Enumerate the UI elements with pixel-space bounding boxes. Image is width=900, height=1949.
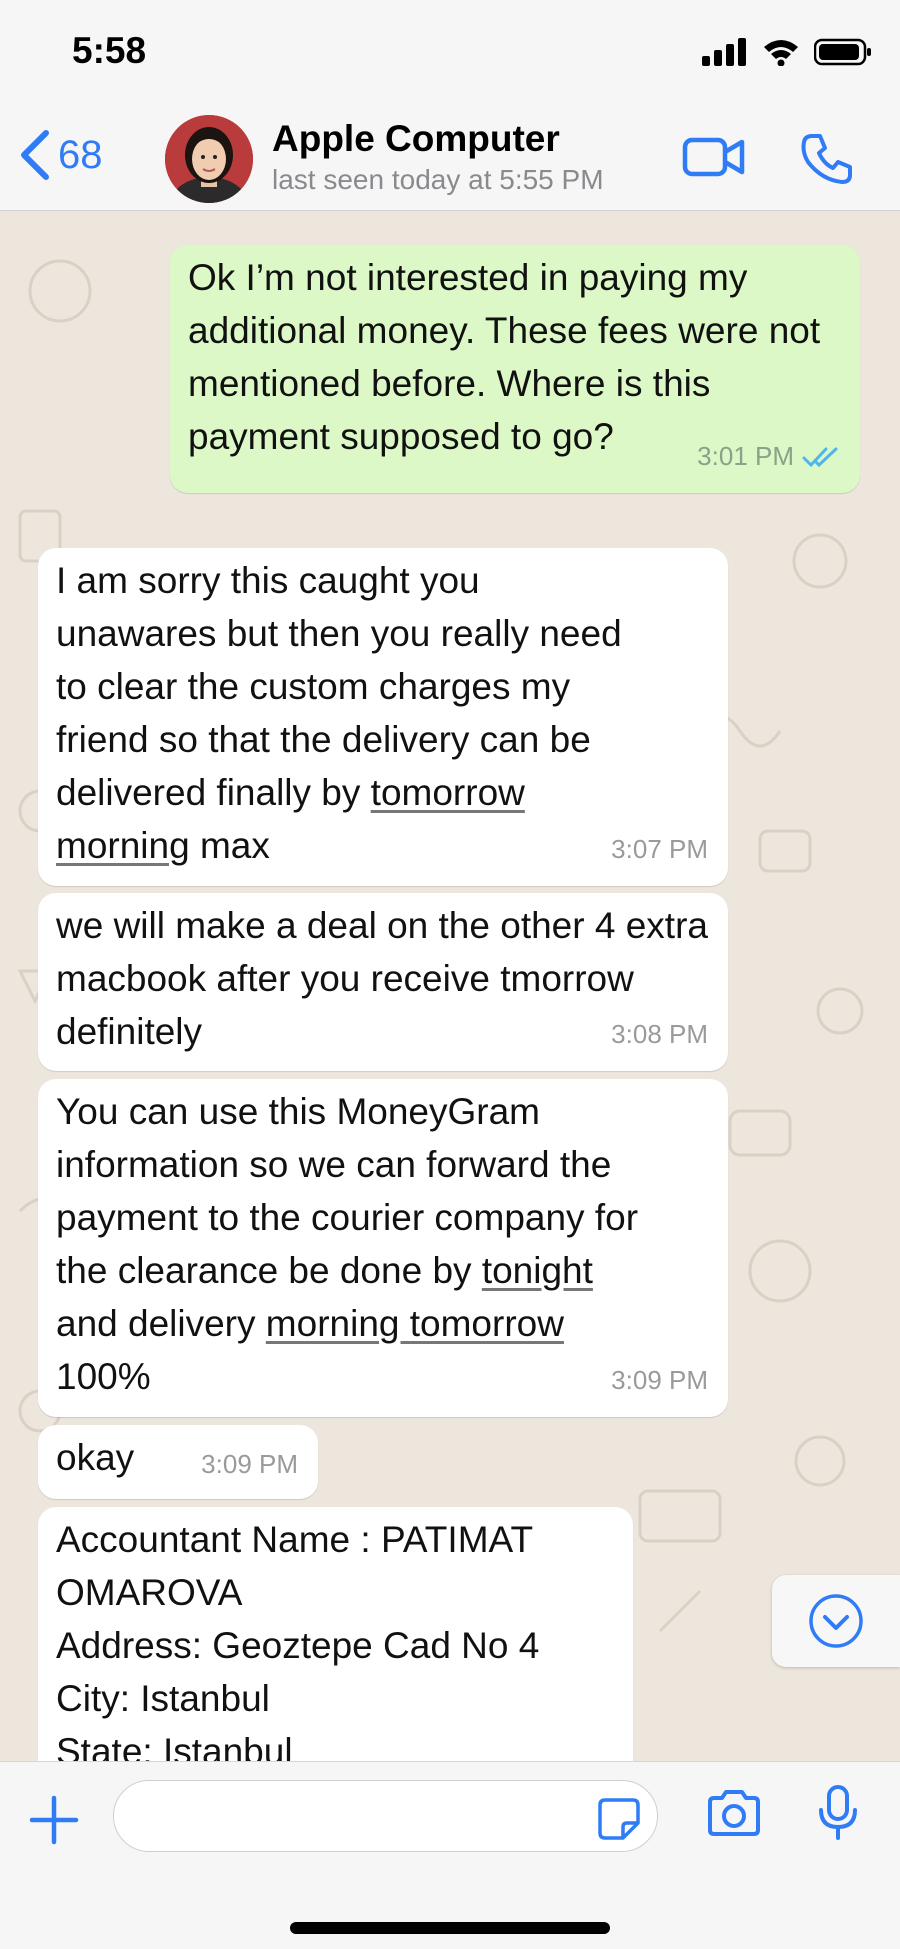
contact-name: Apple Computer	[272, 118, 560, 159]
message-line: friend so that the delivery can be	[56, 719, 591, 760]
message-time: 3:08 PM	[611, 1019, 708, 1049]
message-line: delivered finally by tomorrow	[56, 766, 710, 819]
last-seen: last seen today at 5:55 PM	[272, 164, 604, 195]
chevron-down-circle-icon	[809, 1594, 863, 1648]
phone-call-button[interactable]	[800, 132, 854, 191]
attach-button[interactable]	[28, 1794, 80, 1851]
contact-photo	[165, 115, 253, 203]
message-line: information so we can forward the	[56, 1144, 612, 1185]
phone-icon	[801, 134, 852, 184]
camera-button[interactable]	[706, 1790, 762, 1841]
status-time: 5:58	[72, 30, 147, 71]
message-line: unawares but then you really need	[56, 613, 622, 654]
message-line: I am sorry this caught you	[56, 560, 480, 601]
read-ticks-icon	[802, 447, 838, 467]
status-bar: 5:58	[0, 0, 900, 110]
message-line: the clearance be done by tonight	[56, 1244, 710, 1297]
message-line: You can use this MoneyGram	[56, 1091, 540, 1132]
sticker-button[interactable]	[597, 1797, 641, 1846]
incoming-message[interactable]: I am sorry this caught you unawares but …	[38, 548, 728, 886]
message-line: to clear the custom charges my	[56, 666, 571, 707]
date-link[interactable]: morning	[56, 825, 190, 866]
status-icons	[702, 38, 872, 66]
date-link[interactable]: morning tomorrow	[266, 1303, 564, 1344]
message-time: 3:09 PM	[201, 1449, 298, 1479]
date-link[interactable]: tonight	[482, 1250, 593, 1291]
input-bar	[0, 1761, 900, 1949]
chevron-left-icon	[21, 130, 49, 180]
contact-info[interactable]: Apple Computer last seen today at 5:55 P…	[272, 118, 604, 196]
message-fragment: the clearance be done by	[56, 1250, 482, 1291]
message-input[interactable]	[113, 1780, 658, 1852]
message-fragment: delivered finally by	[56, 772, 371, 813]
message-line: and delivery morning tomorrow	[56, 1297, 710, 1350]
outgoing-message[interactable]: Ok I’m not interested in paying my addit…	[170, 245, 860, 493]
plus-icon	[29, 1795, 79, 1845]
microphone-button[interactable]	[816, 1784, 860, 1847]
avatar[interactable]	[165, 115, 253, 203]
message-meta: 3:07 PM	[611, 823, 708, 876]
unread-count: 68	[58, 132, 103, 177]
message-meta: 3:09 PM	[611, 1354, 708, 1407]
incoming-message[interactable]: we will make a deal on the other 4 extra…	[38, 893, 728, 1071]
camera-icon	[708, 1790, 760, 1836]
message-time: 3:09 PM	[611, 1365, 708, 1395]
message-fragment: and delivery	[56, 1303, 266, 1344]
wifi-icon	[764, 40, 798, 66]
incoming-message[interactable]: Accountant Name : PATIMAT OMAROVA Addres…	[38, 1507, 633, 1761]
home-indicator[interactable]	[290, 1922, 610, 1934]
incoming-message[interactable]: okay 3:09 PM	[38, 1425, 318, 1499]
message-time: 3:07 PM	[611, 834, 708, 864]
incoming-message[interactable]: You can use this MoneyGram information s…	[38, 1079, 728, 1417]
message-fragment: max	[189, 825, 270, 866]
date-link[interactable]: tomorrow	[371, 772, 525, 813]
chat-header: 68 Apple Computer last seen today at 5:5…	[0, 110, 900, 211]
back-button[interactable]: 68	[18, 130, 103, 180]
message-meta: 3:01 PM	[697, 430, 840, 483]
signal-icon	[702, 38, 746, 66]
sticker-icon	[598, 1798, 640, 1840]
microphone-icon	[819, 1785, 857, 1840]
message-time: 3:01 PM	[697, 441, 794, 471]
message-meta: 3:09 PM	[201, 1438, 298, 1491]
message-line: payment to the courier company for	[56, 1197, 639, 1238]
video-call-icon	[682, 137, 745, 177]
message-meta: 3:08 PM	[611, 1008, 708, 1061]
video-call-button[interactable]	[682, 132, 746, 187]
scroll-to-bottom-button[interactable]	[772, 1575, 900, 1667]
battery-icon	[814, 38, 871, 66]
message-text: Accountant Name : PATIMAT OMAROVA Addres…	[56, 1519, 540, 1761]
message-list[interactable]: Ok I’m not interested in paying my addit…	[0, 211, 900, 1761]
